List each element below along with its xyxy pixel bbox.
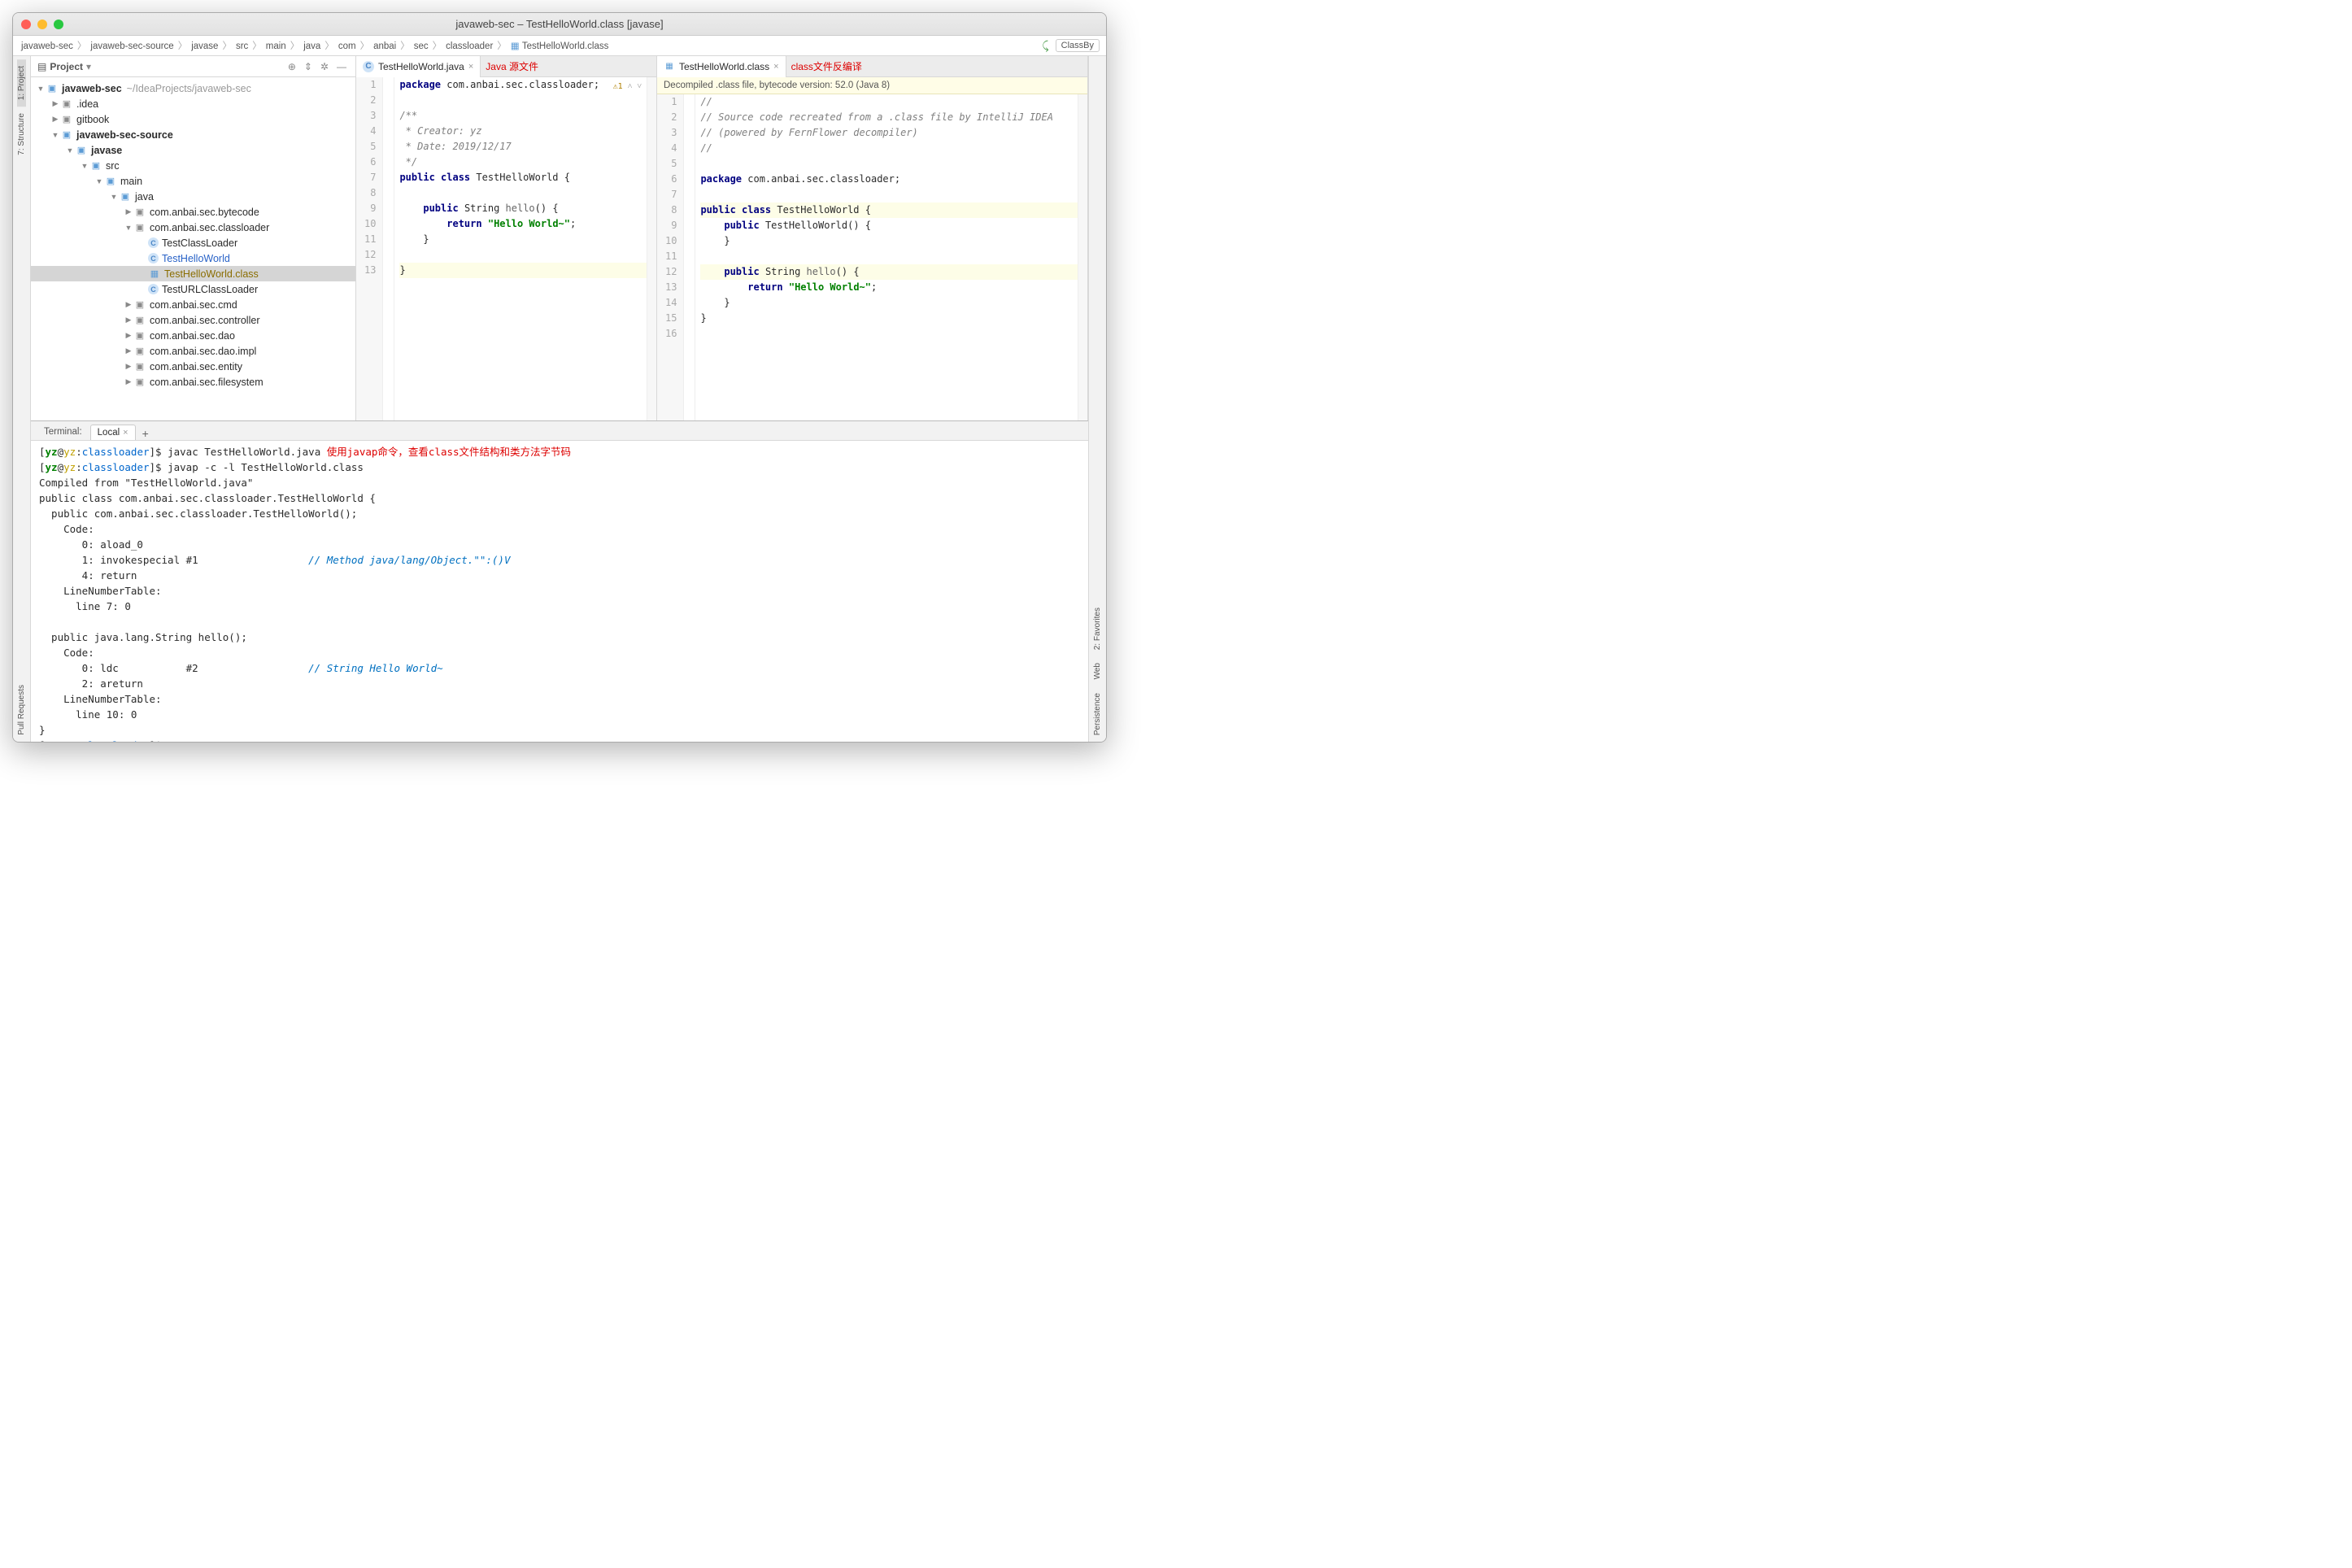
breadcrumb-item[interactable]: sec: [412, 41, 430, 51]
breadcrumb-item[interactable]: anbai: [372, 41, 398, 51]
tree-node[interactable]: ▶▣com.anbai.sec.filesystem: [31, 374, 355, 390]
breadcrumb-item[interactable]: classloader: [444, 41, 494, 51]
breadcrumb-item[interactable]: java: [302, 41, 322, 51]
tree-node[interactable]: ▼▣src: [31, 158, 355, 173]
tree-node[interactable]: CTestURLClassLoader: [31, 281, 355, 297]
tree-node[interactable]: ▼▣java: [31, 189, 355, 204]
breadcrumb-item[interactable]: ▦ TestHelloWorld.class: [509, 41, 611, 51]
classby-button[interactable]: ClassBy: [1056, 39, 1100, 52]
locate-icon[interactable]: ⊕: [285, 61, 298, 72]
warnings-indicator[interactable]: ⚠1 ˄ ˅: [613, 79, 642, 94]
settings-icon[interactable]: ✲: [318, 61, 331, 72]
tool-favorites[interactable]: 2: Favorites: [1093, 601, 1102, 656]
tree-node[interactable]: ▼▣main: [31, 173, 355, 189]
breadcrumb-item[interactable]: javaweb-sec-source: [89, 41, 175, 51]
close-tab-icon[interactable]: ×: [468, 62, 473, 72]
project-tree[interactable]: ▼▣javaweb-sec ~/IdeaProjects/javaweb-sec…: [31, 77, 355, 420]
tree-node[interactable]: ▼▣com.anbai.sec.classloader: [31, 220, 355, 235]
tree-node[interactable]: ▶▣gitbook: [31, 111, 355, 127]
close-tab-icon[interactable]: ×: [123, 428, 128, 438]
tab-label: TestHelloWorld.class: [679, 61, 769, 72]
tool-project[interactable]: 1: Project: [17, 59, 26, 107]
expand-all-icon[interactable]: ⇕: [302, 61, 315, 72]
editor-tab-java[interactable]: C TestHelloWorld.java ×: [356, 56, 481, 77]
breadcrumb-item[interactable]: javaweb-sec: [20, 41, 75, 51]
dropdown-icon[interactable]: ▾: [86, 61, 91, 72]
tree-root[interactable]: ▼▣javaweb-sec ~/IdeaProjects/javaweb-sec: [31, 81, 355, 96]
project-tool-window: ▤ Project ▾ ⊕ ⇕ ✲ — ▼▣javaweb-sec ~/Idea…: [31, 56, 356, 420]
breadcrumb-item[interactable]: javase: [189, 41, 220, 51]
tree-node[interactable]: CTestClassLoader: [31, 235, 355, 250]
annotation-decompiled: class文件反编译: [791, 59, 862, 73]
tree-node[interactable]: ▶▣com.anbai.sec.controller: [31, 312, 355, 328]
hide-icon[interactable]: —: [334, 61, 349, 72]
tree-node[interactable]: ▼▣javase: [31, 142, 355, 158]
editor-pane-class: ▦ TestHelloWorld.class × class文件反编译 Deco…: [657, 56, 1088, 420]
tree-node[interactable]: ▶▣com.anbai.sec.dao.impl: [31, 343, 355, 359]
java-file-icon: C: [363, 61, 374, 72]
breadcrumb: javaweb-sec〉javaweb-sec-source〉javase〉sr…: [13, 36, 1106, 56]
editor-pane-java: C TestHelloWorld.java × Java 源文件 1234567…: [356, 56, 657, 420]
tree-node[interactable]: ▶▣com.anbai.sec.cmd: [31, 297, 355, 312]
titlebar: javaweb-sec – TestHelloWorld.class [java…: [13, 13, 1106, 36]
tree-node[interactable]: ▶▣com.anbai.sec.entity: [31, 359, 355, 374]
tree-node[interactable]: CTestHelloWorld: [31, 250, 355, 266]
project-panel-title[interactable]: Project: [50, 61, 83, 72]
left-tool-strip: 1: Project 7: Structure Pull Requests: [13, 56, 31, 742]
tree-node[interactable]: ▼▣javaweb-sec-source: [31, 127, 355, 142]
project-view-icon[interactable]: ▤: [37, 61, 46, 72]
tool-pull-requests[interactable]: Pull Requests: [17, 678, 26, 742]
breadcrumb-item[interactable]: src: [234, 41, 250, 51]
tree-node[interactable]: ▦TestHelloWorld.class: [31, 266, 355, 281]
terminal-tool-window: Terminal: Local× + [yz@yz:classloader]$ …: [31, 420, 1088, 742]
breadcrumb-item[interactable]: com: [337, 41, 358, 51]
build-icon[interactable]: ⤹: [1042, 39, 1048, 53]
terminal-label: Terminal:: [37, 424, 89, 440]
code-editor[interactable]: //// Source code recreated from a .class…: [695, 94, 1078, 420]
editor-tab-class[interactable]: ▦ TestHelloWorld.class ×: [657, 56, 786, 77]
tool-web[interactable]: Web: [1093, 656, 1102, 686]
add-terminal-button[interactable]: +: [137, 427, 154, 440]
tree-node[interactable]: ▶▣com.anbai.sec.bytecode: [31, 204, 355, 220]
code-editor[interactable]: package com.anbai.sec.classloader; /** *…: [394, 77, 647, 420]
breadcrumb-item[interactable]: main: [264, 41, 288, 51]
tree-node[interactable]: ▶▣.idea: [31, 96, 355, 111]
tool-structure[interactable]: 7: Structure: [17, 107, 26, 162]
terminal-output[interactable]: [yz@yz:classloader]$ javac TestHelloWorl…: [31, 441, 1088, 742]
decompile-banner: Decompiled .class file, bytecode version…: [657, 77, 1087, 94]
annotation-java-source: Java 源文件: [486, 59, 538, 73]
close-tab-icon[interactable]: ×: [773, 62, 778, 72]
class-file-icon: ▦: [664, 61, 675, 72]
tab-label: TestHelloWorld.java: [378, 61, 464, 72]
window-title: javaweb-sec – TestHelloWorld.class [java…: [13, 18, 1106, 30]
terminal-tab-local[interactable]: Local×: [90, 425, 136, 440]
tree-node[interactable]: ▶▣com.anbai.sec.dao: [31, 328, 355, 343]
right-tool-strip: 2: Favorites Web Persistence: [1088, 56, 1106, 742]
tool-persistence[interactable]: Persistence: [1093, 686, 1102, 742]
